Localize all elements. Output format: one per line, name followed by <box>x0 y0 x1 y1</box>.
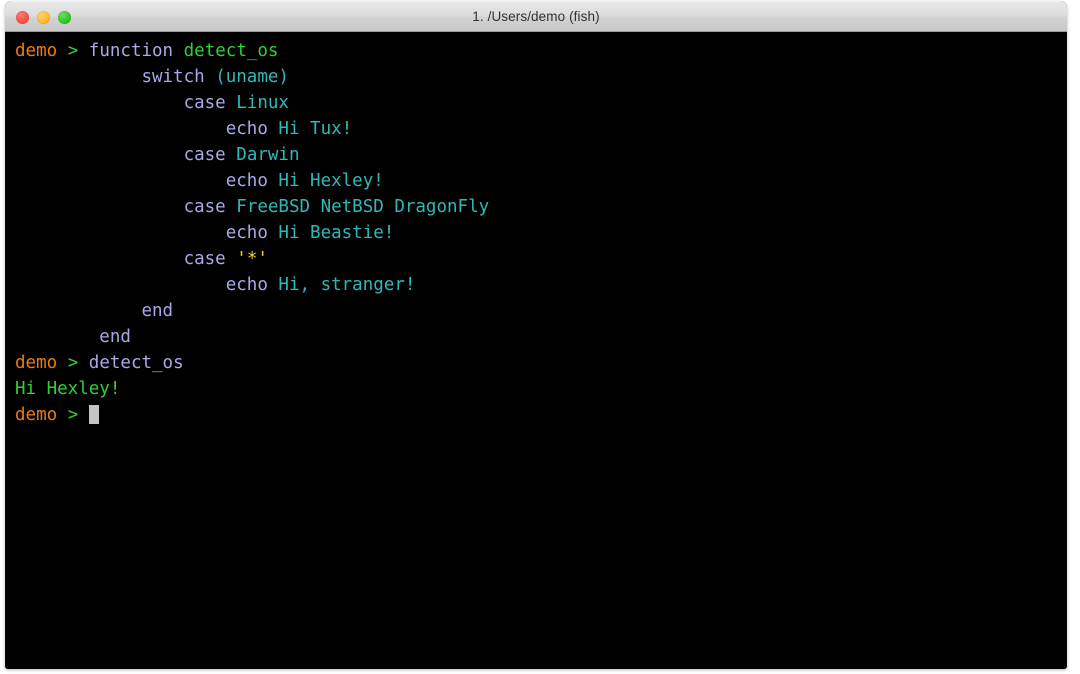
terminal-text-plain <box>268 275 279 295</box>
text-cursor <box>88 405 100 424</box>
terminal-text-plain <box>268 171 279 191</box>
terminal-text-param: FreeBSD NetBSD DragonFly <box>236 197 490 217</box>
terminal-text-prompt-arrow: > <box>67 41 79 61</box>
terminal-line: case FreeBSD NetBSD DragonFly <box>15 194 1067 220</box>
screen: 1. /Users/demo (fish) demo > function de… <box>0 0 1080 674</box>
terminal-text-plain <box>57 41 68 61</box>
terminal-line: end <box>15 324 1067 350</box>
terminal-output-area: demo > function detect_os switch (uname)… <box>5 38 1067 428</box>
terminal-text-plain <box>226 93 237 113</box>
terminal-text-prompt-user: demo <box>15 41 58 61</box>
terminal-text-keyword: echo <box>225 223 268 243</box>
maximize-button-icon[interactable] <box>58 10 71 24</box>
terminal-text-string: '*' <box>236 249 268 269</box>
terminal-text-keyword: echo <box>225 119 268 139</box>
terminal-line: end <box>15 298 1067 324</box>
terminal-line: case Linux <box>15 90 1067 116</box>
terminal-text-param: Hi, stranger! <box>278 275 416 295</box>
terminal-text-plain <box>57 353 68 373</box>
terminal-line: demo > function detect_os <box>15 38 1067 64</box>
window-titlebar[interactable]: 1. /Users/demo (fish) <box>5 1 1067 32</box>
window-title: 1. /Users/demo (fish) <box>472 9 600 24</box>
terminal-text-param: Hi Hexley! <box>278 171 384 191</box>
terminal-text-plain <box>78 405 89 425</box>
terminal-text-funcdef: detect_os <box>183 41 279 61</box>
terminal-line: demo > detect_os <box>15 350 1067 376</box>
terminal-text-keyword: echo <box>225 171 268 191</box>
terminal-text-keyword: function <box>88 41 174 61</box>
terminal-line: case '*' <box>15 246 1067 272</box>
terminal-text-keyword: case <box>183 93 226 113</box>
terminal-window: 1. /Users/demo (fish) demo > function de… <box>5 1 1067 669</box>
terminal-text-keyword: end <box>99 327 131 347</box>
terminal-text-plain <box>78 353 89 373</box>
traffic-light-group <box>16 2 71 32</box>
terminal-text-param: Hi Beastie! <box>278 223 395 243</box>
terminal-text-keyword: case <box>183 145 226 165</box>
terminal-text-command: detect_os <box>88 353 184 373</box>
terminal-text-plain <box>268 119 279 139</box>
terminal-line: switch (uname) <box>15 64 1067 90</box>
terminal-text-keyword: switch <box>141 67 205 87</box>
terminal-text-prompt-user: demo <box>15 405 58 425</box>
terminal-text-keyword: case <box>183 249 226 269</box>
terminal-text-plain <box>226 145 237 165</box>
terminal-text-plain <box>205 67 216 87</box>
terminal-text-param: Darwin <box>236 145 300 165</box>
terminal-text-param: Hi Tux! <box>278 119 353 139</box>
terminal-text-keyword: end <box>141 301 174 321</box>
close-button-icon[interactable] <box>16 10 29 24</box>
terminal-text-plain <box>268 223 279 243</box>
terminal-text-keyword: echo <box>225 275 268 295</box>
terminal-line: case Darwin <box>15 142 1067 168</box>
terminal-line: demo > <box>15 402 1067 428</box>
terminal-text-prompt-user: demo <box>15 353 58 373</box>
terminal-text-prompt-arrow: > <box>67 353 79 373</box>
terminal-text-plain <box>226 249 237 269</box>
terminal-line: echo Hi Hexley! <box>15 168 1067 194</box>
terminal-text-output: Hi Hexley! <box>15 379 121 399</box>
terminal-text-plain <box>226 197 237 217</box>
minimize-button-icon[interactable] <box>37 10 50 24</box>
terminal-text-prompt-arrow: > <box>67 405 79 425</box>
terminal-text-param: Linux <box>236 93 289 113</box>
terminal-text-plain <box>173 41 184 61</box>
terminal-line: echo Hi, stranger! <box>15 272 1067 298</box>
terminal-text-plain <box>78 41 89 61</box>
terminal-body[interactable]: demo > function detect_os switch (uname)… <box>5 32 1067 669</box>
terminal-line: echo Hi Tux! <box>15 116 1067 142</box>
terminal-line: echo Hi Beastie! <box>15 220 1067 246</box>
terminal-text-keyword: case <box>183 197 226 217</box>
terminal-text-plain <box>57 405 68 425</box>
terminal-text-param: (uname) <box>215 67 289 87</box>
terminal-line: Hi Hexley! <box>15 376 1067 402</box>
